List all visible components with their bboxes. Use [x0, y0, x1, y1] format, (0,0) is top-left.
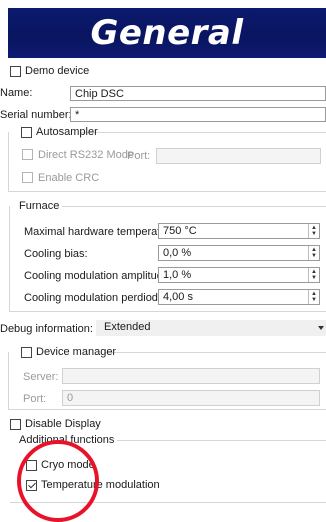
device-manager-group-line [104, 352, 326, 353]
furnace-title: Furnace [16, 200, 63, 212]
chevron-down-icon [318, 326, 324, 330]
disable-display-checkbox[interactable] [10, 419, 21, 430]
highlight-circle-annotation [17, 440, 99, 522]
direct-rs232-checkbox[interactable] [22, 149, 33, 160]
max-hw-temp-label: Maximal hardware temperature: [24, 226, 180, 238]
disable-display-label: Disable Display [25, 418, 101, 430]
cooling-bias-value: 0,0 % [163, 247, 192, 259]
cooling-bias-spinner[interactable]: ▲ ▼ [308, 246, 319, 260]
cooling-mod-amplitude-input[interactable]: 1,0 % ▲ ▼ [158, 267, 320, 283]
server-label: Server: [23, 371, 59, 383]
furnace-group-line [56, 206, 326, 207]
serial-number-input[interactable]: * [70, 107, 326, 122]
header-banner: General settings [8, 8, 326, 99]
enable-crc-checkbox[interactable] [22, 172, 33, 183]
autosampler-port-label: Port: [127, 150, 151, 162]
name-label: Name: [0, 87, 33, 99]
serial-number-label: Serial number: [0, 109, 72, 121]
direct-rs232-label: Direct RS232 Mode [38, 149, 134, 161]
cooling-mod-period-input[interactable]: 4,00 s ▲ ▼ [158, 289, 320, 305]
autosampler-label: Autosampler [36, 126, 98, 138]
cooling-bias-label: Cooling bias: [24, 248, 88, 260]
cooling-mod-amplitude-label: Cooling modulation amplitude: [24, 270, 172, 282]
debug-info-value: Extended [104, 321, 151, 333]
cooling-mod-period-label: Cooling modulation perdiode: [24, 292, 168, 304]
cooling-mod-amplitude-value: 1,0 % [163, 269, 192, 281]
demo-device-label: Demo device [25, 65, 90, 77]
demo-device-checkbox[interactable] [10, 66, 21, 77]
cooling-bias-input[interactable]: 0,0 % ▲ ▼ [158, 245, 320, 261]
device-manager-checkbox[interactable] [21, 347, 32, 358]
cooling-mod-period-value: 4,00 s [163, 291, 193, 303]
device-port-label: Port: [23, 393, 47, 405]
debug-info-select[interactable]: Extended [96, 320, 326, 336]
autosampler-group-line [80, 132, 326, 133]
server-input[interactable] [62, 368, 320, 384]
cooling-mod-amplitude-spinner[interactable]: ▲ ▼ [308, 268, 319, 282]
spin-down-icon: ▼ [311, 253, 317, 259]
spin-down-icon: ▼ [311, 297, 317, 303]
max-hw-temp-input[interactable]: 750 °C ▲ ▼ [158, 223, 320, 239]
cooling-mod-period-spinner[interactable]: ▲ ▼ [308, 290, 319, 304]
max-hw-temp-spinner[interactable]: ▲ ▼ [308, 224, 319, 238]
debug-info-label: Debug information: [0, 323, 93, 335]
spin-down-icon: ▼ [311, 275, 317, 281]
name-input[interactable]: Chip DSC [70, 86, 326, 101]
enable-crc-label: Enable CRC [38, 172, 100, 184]
autosampler-port-input[interactable] [156, 148, 321, 164]
spin-down-icon: ▼ [311, 231, 317, 237]
device-manager-label: Device manager [36, 346, 117, 358]
device-port-input[interactable]: 0 [62, 390, 320, 406]
autosampler-checkbox[interactable] [21, 127, 32, 138]
additional-functions-line [106, 440, 326, 441]
max-hw-temp-value: 750 °C [163, 225, 197, 237]
